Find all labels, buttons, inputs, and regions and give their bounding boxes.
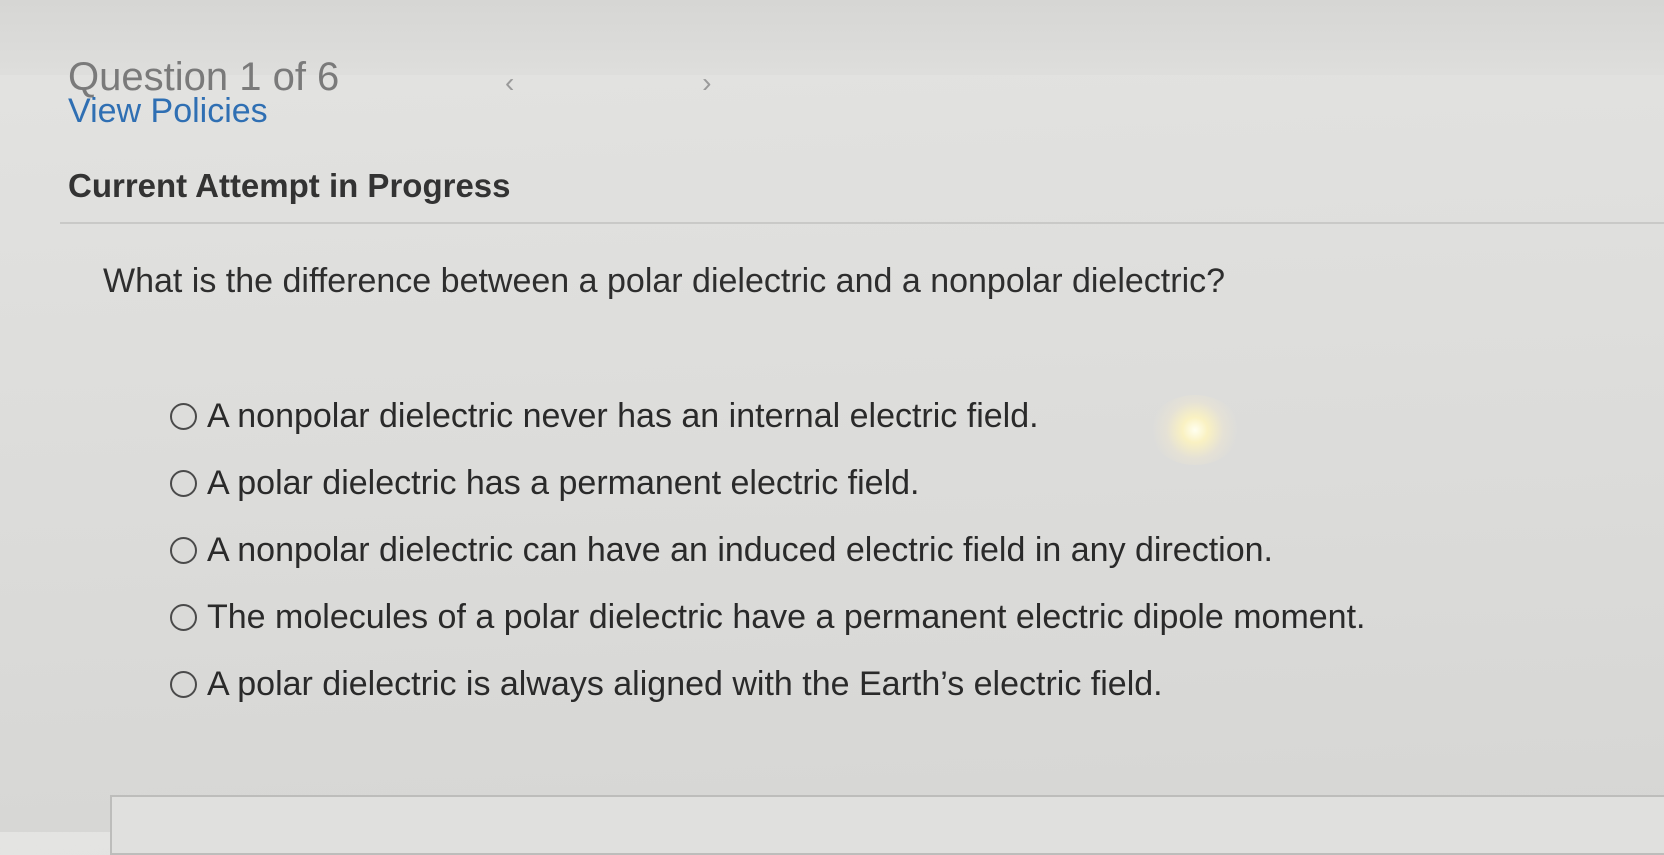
answer-option-label: A nonpolar dielectric can have an induce… [207, 531, 1273, 569]
radio-button-icon[interactable] [170, 671, 197, 698]
question-counter: Question 1 of 6 [68, 55, 340, 99]
radio-button-icon[interactable] [170, 604, 197, 631]
answer-options: A nonpolar dielectric never has an inter… [170, 383, 1365, 718]
radio-button-icon[interactable] [170, 537, 197, 564]
answer-option-1[interactable]: A nonpolar dielectric never has an inter… [170, 383, 1365, 450]
answer-option-label: A nonpolar dielectric never has an inter… [207, 397, 1039, 435]
answer-option-3[interactable]: A nonpolar dielectric can have an induce… [170, 517, 1365, 584]
answer-option-label: A polar dielectric is always aligned wit… [207, 665, 1163, 703]
view-policies-link[interactable]: View Policies [68, 92, 268, 131]
answer-option-4[interactable]: The molecules of a polar dielectric have… [170, 584, 1365, 651]
feedback-box [110, 795, 1664, 855]
radio-button-icon[interactable] [170, 403, 197, 430]
answer-option-5[interactable]: A polar dielectric is always aligned wit… [170, 651, 1365, 718]
answer-option-label: A polar dielectric has a permanent elect… [207, 464, 920, 502]
question-nav-arrows[interactable]: ‹ › [505, 67, 801, 99]
radio-button-icon[interactable] [170, 470, 197, 497]
section-divider [60, 222, 1664, 224]
question-text: What is the difference between a polar d… [103, 262, 1226, 300]
answer-option-label: The molecules of a polar dielectric have… [207, 598, 1366, 636]
attempt-title: Current Attempt in Progress [68, 167, 511, 204]
answer-option-2[interactable]: A polar dielectric has a permanent elect… [170, 450, 1365, 517]
